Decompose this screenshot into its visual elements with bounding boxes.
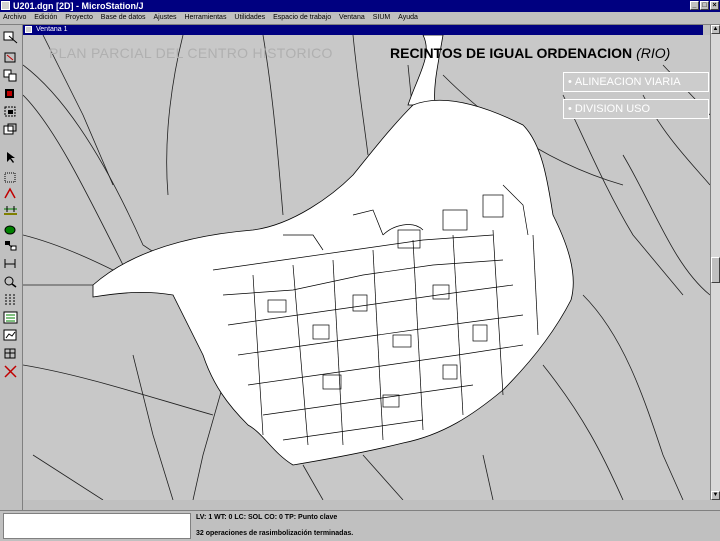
slide-title-acronym: (RIO) bbox=[636, 45, 671, 61]
status-message: 32 operaciones de rasimbolización termin… bbox=[196, 530, 354, 537]
window-title: U201.dgn [2D] - MicroStation/J bbox=[13, 1, 144, 11]
grid-icon[interactable] bbox=[3, 347, 18, 360]
menu-ventana[interactable]: Ventana bbox=[336, 12, 368, 24]
menu-archivo[interactable]: Archivo bbox=[0, 12, 29, 24]
scroll-down-button[interactable]: ▼ bbox=[711, 491, 720, 500]
vertical-scrollbar[interactable]: ▲ ▼ bbox=[710, 25, 720, 500]
plan-title-overlay: PLAN PARCIAL DEL CENTRO HISTORICO bbox=[49, 45, 333, 61]
view-window-titlebar[interactable]: Ventana 1 bbox=[23, 25, 703, 35]
view-zoom-icon[interactable] bbox=[3, 275, 18, 288]
copy-fence-icon[interactable] bbox=[3, 123, 18, 136]
minimize-button[interactable]: _ bbox=[690, 1, 699, 10]
prompt-field[interactable] bbox=[3, 513, 191, 539]
menu-base-de-datos[interactable]: Base de datos bbox=[98, 12, 149, 24]
legend-item-division-uso: • DIVISION USO bbox=[563, 99, 709, 119]
status-attributes: LV: 1 WT: 0 LC: SOL CO: 0 TP: Punto clav… bbox=[196, 514, 338, 521]
legend-item-alineacion-viaria: • ALINEACION VIARIA bbox=[563, 72, 709, 92]
pattern-icon[interactable] bbox=[3, 311, 18, 324]
fence-icon[interactable] bbox=[3, 105, 18, 118]
place-block-icon[interactable] bbox=[3, 51, 18, 64]
legend-bullet: • bbox=[568, 76, 572, 88]
menu-bar: Archivo Edición Proyecto Base de datos A… bbox=[0, 12, 720, 25]
close-button[interactable]: × bbox=[710, 1, 719, 10]
copy-element-icon[interactable] bbox=[3, 69, 18, 82]
drawing-canvas[interactable]: PLAN PARCIAL DEL CENTRO HISTORICO RECINT… bbox=[23, 35, 710, 500]
scroll-up-button[interactable]: ▲ bbox=[711, 25, 720, 34]
chart-icon[interactable] bbox=[3, 329, 18, 342]
menu-utilidades[interactable]: Utilidades bbox=[231, 12, 268, 24]
menu-proyecto[interactable]: Proyecto bbox=[62, 12, 96, 24]
menu-espacio-de-trabajo[interactable]: Espacio de trabajo bbox=[270, 12, 334, 24]
microstation-app-icon[interactable] bbox=[1, 1, 10, 10]
slide-title-main: RECINTOS DE IGUAL ORDENACION bbox=[390, 45, 633, 61]
select-element-icon[interactable] bbox=[3, 151, 18, 164]
place-line-icon[interactable] bbox=[3, 31, 18, 44]
menu-sium[interactable]: SIUM bbox=[370, 12, 394, 24]
legend-bullet: • bbox=[568, 103, 572, 115]
menu-ayuda[interactable]: Ayuda bbox=[395, 12, 421, 24]
measure-icon[interactable] bbox=[3, 257, 18, 270]
maximize-button[interactable]: □ bbox=[700, 1, 709, 10]
menu-herramientas[interactable]: Herramientas bbox=[181, 12, 229, 24]
delete-element-icon[interactable] bbox=[3, 87, 18, 100]
slide-title: RECINTOS DE IGUAL ORDENACION (RIO) bbox=[390, 45, 670, 61]
legend-label: DIVISION USO bbox=[574, 103, 651, 115]
view-window-icon[interactable] bbox=[25, 26, 32, 33]
menu-edicion[interactable]: Edición bbox=[31, 12, 60, 24]
polygon-icon[interactable] bbox=[3, 171, 18, 184]
dashed-line-icon[interactable] bbox=[3, 293, 18, 306]
scroll-thumb[interactable] bbox=[711, 257, 720, 283]
window-titlebar[interactable]: U201.dgn [2D] - MicroStation/J _ □ × bbox=[0, 0, 720, 12]
arc-icon[interactable] bbox=[3, 187, 18, 200]
menu-ajustes[interactable]: Ajustes bbox=[151, 12, 180, 24]
main-toolbox bbox=[0, 25, 23, 510]
close-x-icon[interactable] bbox=[3, 365, 18, 378]
view-window-title: Ventana 1 bbox=[36, 26, 68, 33]
dimension-icon[interactable] bbox=[3, 203, 18, 216]
status-bar: LV: 1 WT: 0 LC: SOL CO: 0 TP: Punto clav… bbox=[0, 510, 720, 541]
legend-label: ALINEACION VIARIA bbox=[574, 76, 681, 88]
fill-icon[interactable] bbox=[3, 223, 18, 236]
cell-icon[interactable] bbox=[3, 239, 18, 252]
